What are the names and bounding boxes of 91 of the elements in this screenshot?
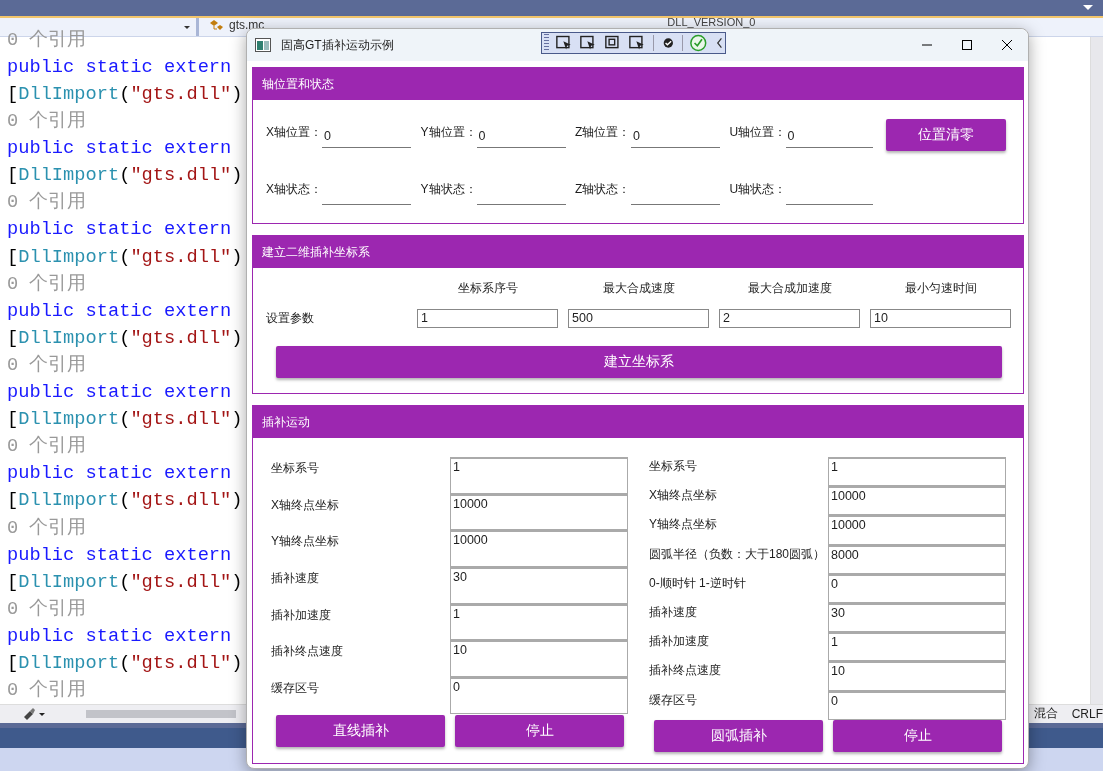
group-header: 建立二维插补坐标系 xyxy=(253,236,1023,268)
dropdown-arrow-icon[interactable] xyxy=(1083,5,1093,11)
field-label: 插补速度 xyxy=(649,603,698,621)
class-icon xyxy=(209,18,225,33)
field-label: 坐标系号 xyxy=(271,460,320,477)
code-line: [DllImport("gts.dll") xyxy=(7,244,243,270)
input-field[interactable]: 0 xyxy=(828,573,1006,603)
input-field[interactable]: 1 xyxy=(828,457,1006,487)
file-tab[interactable]: gts.mc xyxy=(209,17,265,33)
code-line: [DllImport("gts.dll") xyxy=(7,325,243,351)
input-field[interactable]: 30 xyxy=(828,602,1006,633)
vertical-scrollbar[interactable] xyxy=(1090,36,1103,705)
field-label: 缓存区号 xyxy=(271,680,320,698)
arc-interpolation-button[interactable]: 圆弧插补 xyxy=(654,719,823,752)
code-line: public static extern xyxy=(7,54,232,80)
input-field[interactable]: 1 xyxy=(417,309,558,328)
code-line: public static extern xyxy=(7,217,232,243)
field-label: 0-顺时针 1-逆时针 xyxy=(649,574,747,592)
maximize-icon[interactable] xyxy=(960,38,974,52)
group-header: 插补运动 xyxy=(253,406,1023,438)
field-label: Y轴终点坐标 xyxy=(649,516,718,534)
field-label: 插补加速度 xyxy=(649,633,710,651)
input-field[interactable]: 10000 xyxy=(828,515,1006,545)
code-line: [DllImport("gts.dll") xyxy=(7,651,243,676)
input-field[interactable]: 10 xyxy=(450,640,628,678)
field-label: X轴终点坐标 xyxy=(271,496,340,514)
create-coordinate-button[interactable]: 建立坐标系 xyxy=(276,346,1002,378)
input-field[interactable]: 1 xyxy=(828,632,1006,662)
field-label: 插补终点速度 xyxy=(649,662,722,680)
input-field[interactable]: 8000 xyxy=(828,544,1006,574)
field-label: U轴位置： xyxy=(729,124,786,141)
field-label: 插补速度 xyxy=(271,570,320,588)
field-label: X轴状态： xyxy=(266,181,322,198)
input-field[interactable]: 10 xyxy=(870,309,1011,328)
input-field[interactable]: 0 xyxy=(322,119,411,148)
group-header: 轴位置和状态 xyxy=(253,68,1023,100)
column-header: 坐标系序号 xyxy=(456,280,519,297)
field-label: 缓存区号 xyxy=(649,691,698,709)
field-label: X轴终点坐标 xyxy=(649,487,718,505)
code-line: public static extern xyxy=(7,136,232,162)
line-ending-mode[interactable]: CRLF xyxy=(1071,706,1103,721)
code-line: [DllImport("gts.dll") xyxy=(7,407,243,433)
field-label: Y轴状态： xyxy=(420,181,477,198)
check-icon[interactable] xyxy=(689,33,708,53)
field-label: 坐标系号 xyxy=(649,458,698,475)
input-field[interactable]: 1 xyxy=(450,603,628,641)
input-field[interactable]: 0 xyxy=(476,119,566,148)
code-line: [DllImport("gts.dll") xyxy=(7,569,243,595)
field-label: 圆弧半径（负数：大于180圆弧） xyxy=(649,545,827,563)
field-label: 插补终点速度 xyxy=(271,643,344,661)
input-field[interactable]: 0 xyxy=(631,119,720,148)
member-dropdown[interactable]: DLL_VERSION_0 xyxy=(659,16,756,28)
stop-button[interactable]: 停止 xyxy=(455,714,624,747)
code-line: public static extern xyxy=(7,461,232,487)
column-header: 最小匀速时间 xyxy=(903,280,978,297)
column-header: 最大合成速度 xyxy=(601,280,676,297)
input-field[interactable]: 10 xyxy=(828,661,1006,691)
input-field[interactable]: 0 xyxy=(450,677,628,714)
code-line: public static extern xyxy=(7,623,232,649)
row-label: 设置参数 xyxy=(266,310,315,327)
input-field[interactable]: 1 xyxy=(450,457,628,494)
code-line: public static extern xyxy=(7,542,232,568)
field-label: Y轴位置： xyxy=(420,124,477,141)
code-line: [DllImport("gts.dll") xyxy=(7,488,243,514)
window-title: 固高GT插补运动示例 xyxy=(281,36,394,54)
field-label: X轴位置： xyxy=(266,124,322,141)
code-line: [DllImport("gts.dll") xyxy=(7,163,243,189)
input-field[interactable]: 10000 xyxy=(450,493,628,531)
input-field[interactable]: 2 xyxy=(719,309,860,328)
brush-icon[interactable] xyxy=(22,706,46,721)
field-label: Z轴位置： xyxy=(575,124,631,141)
horizontal-scrollbar[interactable] xyxy=(86,709,236,718)
field-label: Y轴终点坐标 xyxy=(271,533,340,551)
input-field[interactable]: 10000 xyxy=(828,486,1006,516)
code-line: public static extern xyxy=(7,380,232,406)
column-header: 最大合成加速度 xyxy=(746,280,833,297)
input-field[interactable]: 10000 xyxy=(450,530,628,568)
stop-button[interactable]: 停止 xyxy=(833,719,1002,752)
app-icon xyxy=(255,38,271,52)
reset-position-button[interactable]: 位置清零 xyxy=(886,119,1006,151)
input-field[interactable]: 0 xyxy=(785,119,873,148)
code-line: public static extern xyxy=(7,298,232,324)
code-line: [DllImport("gts.dll") xyxy=(7,82,243,107)
input-field[interactable]: 500 xyxy=(568,309,709,328)
input-field[interactable]: 30 xyxy=(450,567,628,604)
field-label: 插补加速度 xyxy=(271,606,332,624)
line-ending-mode[interactable]: 混合 xyxy=(1033,705,1058,723)
field-label: Z轴状态： xyxy=(575,181,631,198)
field-label: U轴状态： xyxy=(729,181,786,198)
linear-interpolation-button[interactable]: 直线插补 xyxy=(276,714,445,747)
close-icon[interactable] xyxy=(1000,38,1014,52)
